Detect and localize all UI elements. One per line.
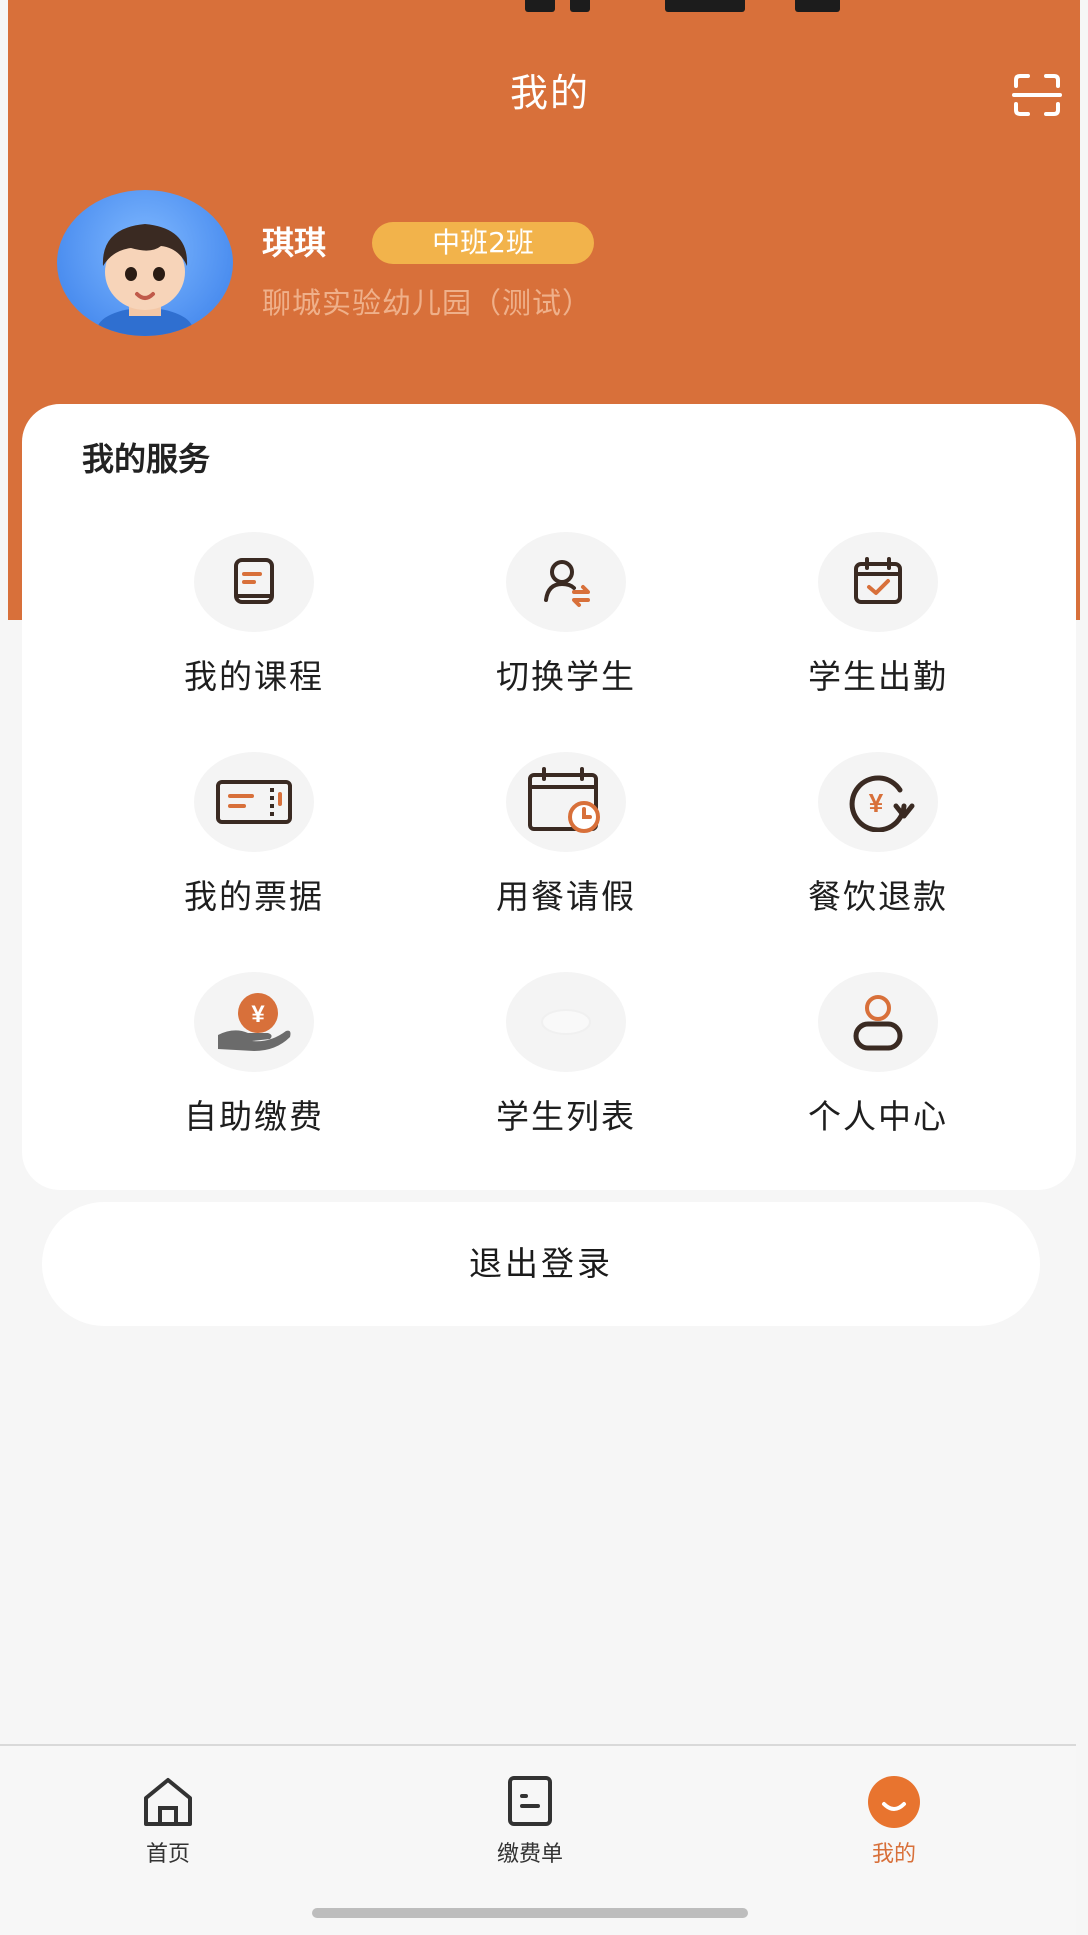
service-self-payment[interactable]: ¥ 自助缴费 [122, 972, 362, 1162]
service-my-receipts[interactable]: 我的票据 [122, 752, 362, 942]
tab-bar: 首页 缴费单 我的 [0, 1744, 1076, 1935]
scan-icon[interactable] [1012, 72, 1062, 118]
service-meal-leave[interactable]: 用餐请假 [434, 752, 674, 942]
refund-icon: ¥ [818, 752, 938, 852]
service-student-list[interactable]: 学生列表 [434, 972, 674, 1162]
page: 我的 琪琪 中班2班 聊城实验幼儿园（测试） 我的服务 我的课程 切换学生 学生… [0, 0, 1088, 1935]
service-label: 餐饮退款 [808, 877, 948, 916]
services-card: 我的服务 我的课程 切换学生 学生出勤 我的票据 用餐请假 ¥ 餐饮退款 ¥ 自… [22, 404, 1076, 1190]
class-badge: 中班2班 [372, 222, 594, 264]
person-icon [818, 972, 938, 1072]
bill-icon [500, 1774, 560, 1830]
battery-icon [795, 0, 840, 12]
service-label: 切换学生 [496, 657, 636, 696]
status-bar [0, 0, 1088, 14]
service-label: 学生列表 [496, 1097, 636, 1136]
service-label: 自助缴费 [184, 1097, 324, 1136]
status-icon [525, 0, 555, 12]
service-label: 个人中心 [808, 1097, 948, 1136]
school-name: 聊城实验幼儿园（测试） [262, 286, 593, 320]
tab-home[interactable]: 首页 [78, 1774, 258, 1884]
tab-bills[interactable]: 缴费单 [440, 1774, 620, 1884]
calendar-clock-icon [506, 752, 626, 852]
page-title: 我的 [509, 71, 590, 115]
smile-icon [864, 1774, 924, 1830]
service-meal-refund[interactable]: ¥ 餐饮退款 [746, 752, 986, 942]
status-icon [570, 0, 590, 12]
signal-icon [665, 0, 745, 12]
service-label: 学生出勤 [808, 657, 948, 696]
pay-hand-icon: ¥ [194, 972, 314, 1072]
service-my-courses[interactable]: 我的课程 [122, 532, 362, 722]
service-label: 我的票据 [184, 877, 324, 916]
book-icon [194, 532, 314, 632]
service-personal-center[interactable]: 个人中心 [746, 972, 986, 1162]
tab-mine[interactable]: 我的 [804, 1774, 984, 1884]
svg-text:¥: ¥ [251, 1001, 265, 1028]
logout-button[interactable]: 退出登录 [42, 1202, 1040, 1326]
service-label: 我的课程 [184, 657, 324, 696]
avatar[interactable] [57, 190, 233, 336]
ticket-icon [194, 752, 314, 852]
list-icon [506, 972, 626, 1072]
home-indicator [312, 1908, 748, 1918]
svg-text:¥: ¥ [869, 788, 884, 818]
services-title: 我的服务 [82, 440, 211, 478]
tab-label: 我的 [871, 1842, 916, 1867]
calendar-check-icon [818, 532, 938, 632]
service-switch-student[interactable]: 切换学生 [434, 532, 674, 722]
tab-label: 首页 [145, 1842, 190, 1867]
service-attendance[interactable]: 学生出勤 [746, 532, 986, 722]
switch-user-icon [506, 532, 626, 632]
service-label: 用餐请假 [496, 877, 636, 916]
home-icon [138, 1774, 198, 1830]
tab-label: 缴费单 [496, 1842, 563, 1867]
user-name: 琪琪 [262, 224, 327, 262]
